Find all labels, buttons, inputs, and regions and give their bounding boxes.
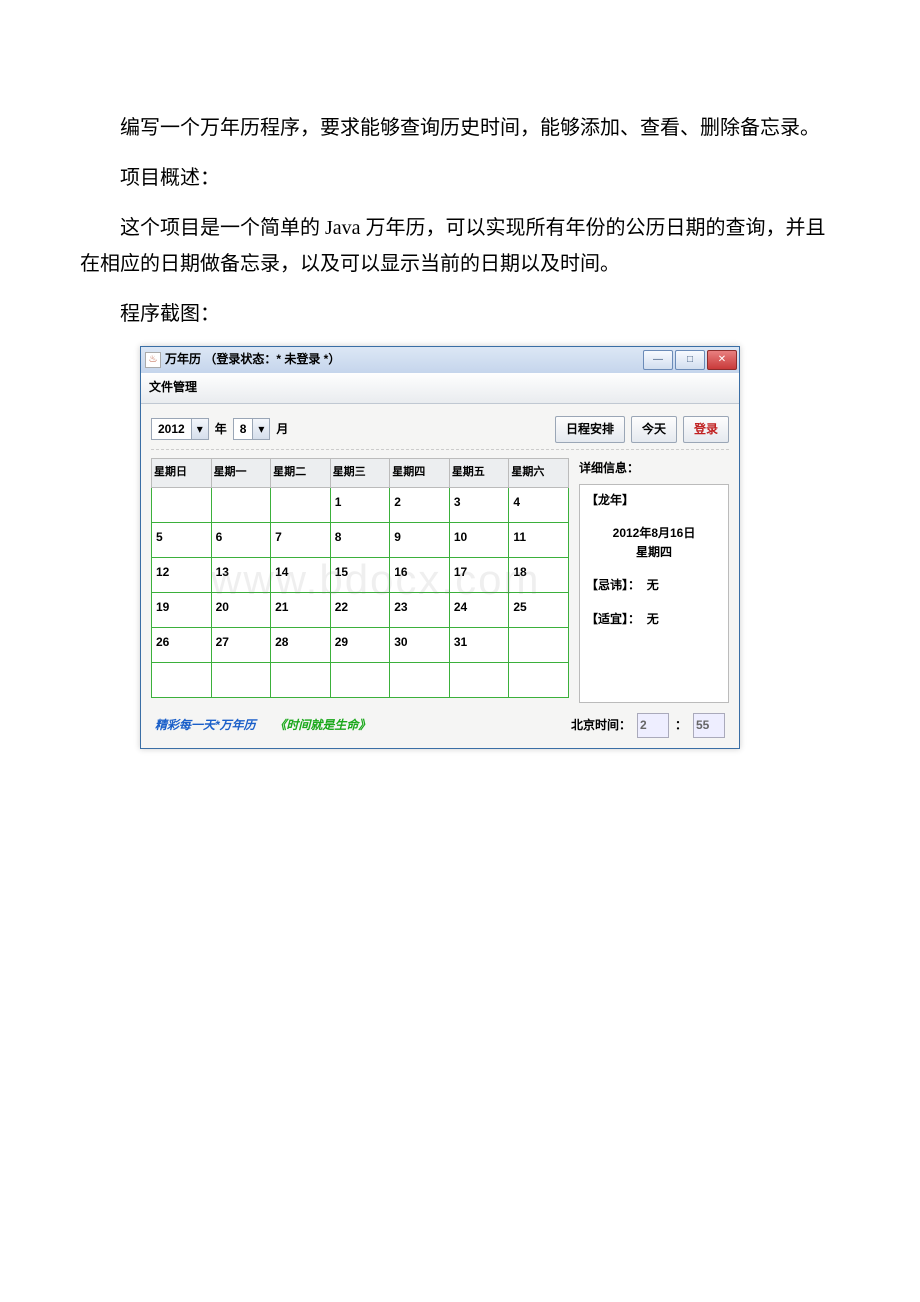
day-cell[interactable]: 31 (449, 627, 509, 662)
day-cell[interactable]: 6 (211, 522, 271, 557)
today-button[interactable]: 今天 (631, 416, 677, 444)
day-cell[interactable]: 24 (449, 592, 509, 627)
paragraph-screenshot-label: 程序截图： (80, 296, 840, 332)
chevron-down-icon: ▾ (191, 419, 208, 439)
day-cell[interactable] (271, 662, 331, 697)
weekday-header: 星期二 (271, 459, 331, 488)
day-cell[interactable]: 29 (330, 627, 390, 662)
menu-file-manage[interactable]: 文件管理 (141, 373, 739, 404)
clock-minute: 55 (693, 713, 725, 739)
app-window: ♨ 万年历 （登录状态：* 未登录 *） — □ ✕ 文件管理 2012 ▾ 年… (140, 346, 740, 749)
weekday-header: 星期日 (152, 459, 212, 488)
window-title: 万年历 （登录状态：* 未登录 *） (165, 349, 643, 371)
day-cell[interactable]: 8 (330, 522, 390, 557)
suit-label: 【适宜】： (586, 612, 640, 626)
paragraph-overview-body: 这个项目是一个简单的 Java 万年历，可以实现所有年份的公历日期的查询，并且在… (80, 210, 840, 282)
paragraph-overview-title: 项目概述： (80, 160, 840, 196)
detail-panel: 详细信息： 【龙年】 2012年8月16日 星期四 【忌讳】： 无 【适宜】： … (579, 458, 729, 703)
calendar-table: 星期日 星期一 星期二 星期三 星期四 星期五 星期六 (151, 458, 569, 698)
paragraph-requirement: 编写一个万年历程序，要求能够查询历史时间，能够添加、查看、删除备忘录。 (80, 110, 840, 146)
day-cell[interactable]: 15 (330, 557, 390, 592)
maximize-button[interactable]: □ (675, 350, 705, 370)
day-cell[interactable]: 30 (390, 627, 450, 662)
year-label: 年 (215, 419, 227, 441)
java-cup-icon: ♨ (145, 352, 161, 368)
status-bar: 精彩每一天*万年历 《时间就是生命》 北京时间： 2 ： 55 (151, 703, 729, 743)
day-cell[interactable]: 22 (330, 592, 390, 627)
day-cell[interactable]: 26 (152, 627, 212, 662)
schedule-button[interactable]: 日程安排 (555, 416, 625, 444)
app-screenshot: ♨ 万年历 （登录状态：* 未登录 *） — □ ✕ 文件管理 2012 ▾ 年… (140, 346, 740, 749)
day-cell[interactable]: 9 (390, 522, 450, 557)
day-cell[interactable]: 2 (390, 487, 450, 522)
weekday-header: 星期五 (449, 459, 509, 488)
day-cell[interactable] (509, 627, 569, 662)
window-button-group: — □ ✕ (643, 350, 737, 370)
day-cell[interactable]: 10 (449, 522, 509, 557)
weekday-header: 星期六 (509, 459, 569, 488)
day-cell[interactable]: 5 (152, 522, 212, 557)
day-cell[interactable]: 18 (509, 557, 569, 592)
login-button[interactable]: 登录 (683, 416, 729, 444)
day-cell[interactable] (509, 662, 569, 697)
selected-weekday: 星期四 (586, 543, 722, 562)
suit-value: 无 (647, 612, 659, 626)
year-select[interactable]: 2012 ▾ (151, 418, 209, 440)
day-cell[interactable]: 7 (271, 522, 331, 557)
weekday-header: 星期三 (330, 459, 390, 488)
day-cell[interactable] (330, 662, 390, 697)
avoid-value: 无 (647, 578, 659, 592)
day-cell[interactable]: 19 (152, 592, 212, 627)
day-cell[interactable]: 4 (509, 487, 569, 522)
day-cell[interactable] (152, 487, 212, 522)
day-cell[interactable]: 17 (449, 557, 509, 592)
minimize-button[interactable]: — (643, 350, 673, 370)
calendar-wrap: 星期日 星期一 星期二 星期三 星期四 星期五 星期六 (151, 458, 569, 703)
day-cell[interactable]: 28 (271, 627, 331, 662)
day-cell[interactable] (390, 662, 450, 697)
clock-label: 北京时间： (571, 715, 631, 737)
selected-date: 2012年8月16日 (586, 524, 722, 543)
day-cell[interactable]: 11 (509, 522, 569, 557)
day-cell[interactable] (271, 487, 331, 522)
toolbar: 2012 ▾ 年 8 ▾ 月 日程安排 今天 登录 (151, 412, 729, 451)
weekday-header: 星期一 (211, 459, 271, 488)
clock-hour: 2 (637, 713, 669, 739)
month-label: 月 (276, 419, 288, 441)
day-cell[interactable]: 1 (330, 487, 390, 522)
suit-row: 【适宜】： 无 (586, 610, 722, 629)
day-cell[interactable] (152, 662, 212, 697)
weekday-header: 星期四 (390, 459, 450, 488)
window-titlebar: ♨ 万年历 （登录状态：* 未登录 *） — □ ✕ (141, 347, 739, 373)
day-cell[interactable]: 3 (449, 487, 509, 522)
month-select[interactable]: 8 ▾ (233, 418, 271, 440)
day-cell[interactable] (449, 662, 509, 697)
day-cell[interactable]: 16 (390, 557, 450, 592)
chevron-down-icon: ▾ (252, 419, 269, 439)
day-cell[interactable]: 14 (271, 557, 331, 592)
body-row: 星期日 星期一 星期二 星期三 星期四 星期五 星期六 (151, 450, 729, 703)
avoid-row: 【忌讳】： 无 (586, 576, 722, 595)
day-cell[interactable] (211, 662, 271, 697)
day-cell[interactable]: 12 (152, 557, 212, 592)
status-slogan-mid: 《时间就是生命》 (274, 715, 370, 737)
day-cell[interactable]: 20 (211, 592, 271, 627)
day-cell[interactable]: 23 (390, 592, 450, 627)
detail-box: 【龙年】 2012年8月16日 星期四 【忌讳】： 无 【适宜】： 无 (579, 484, 729, 703)
day-cell[interactable]: 21 (271, 592, 331, 627)
clock-sep: ： (675, 715, 687, 737)
day-cell[interactable]: 27 (211, 627, 271, 662)
avoid-label: 【忌讳】： (586, 578, 640, 592)
year-select-value: 2012 (152, 419, 191, 441)
window-content: 2012 ▾ 年 8 ▾ 月 日程安排 今天 登录 (141, 404, 739, 749)
day-cell[interactable] (211, 487, 271, 522)
month-select-value: 8 (234, 419, 253, 441)
day-cell[interactable]: 13 (211, 557, 271, 592)
zodiac-year: 【龙年】 (586, 491, 722, 510)
close-button[interactable]: ✕ (707, 350, 737, 370)
status-slogan-left: 精彩每一天*万年历 (155, 715, 256, 737)
detail-title: 详细信息： (579, 458, 729, 480)
day-cell[interactable]: 25 (509, 592, 569, 627)
